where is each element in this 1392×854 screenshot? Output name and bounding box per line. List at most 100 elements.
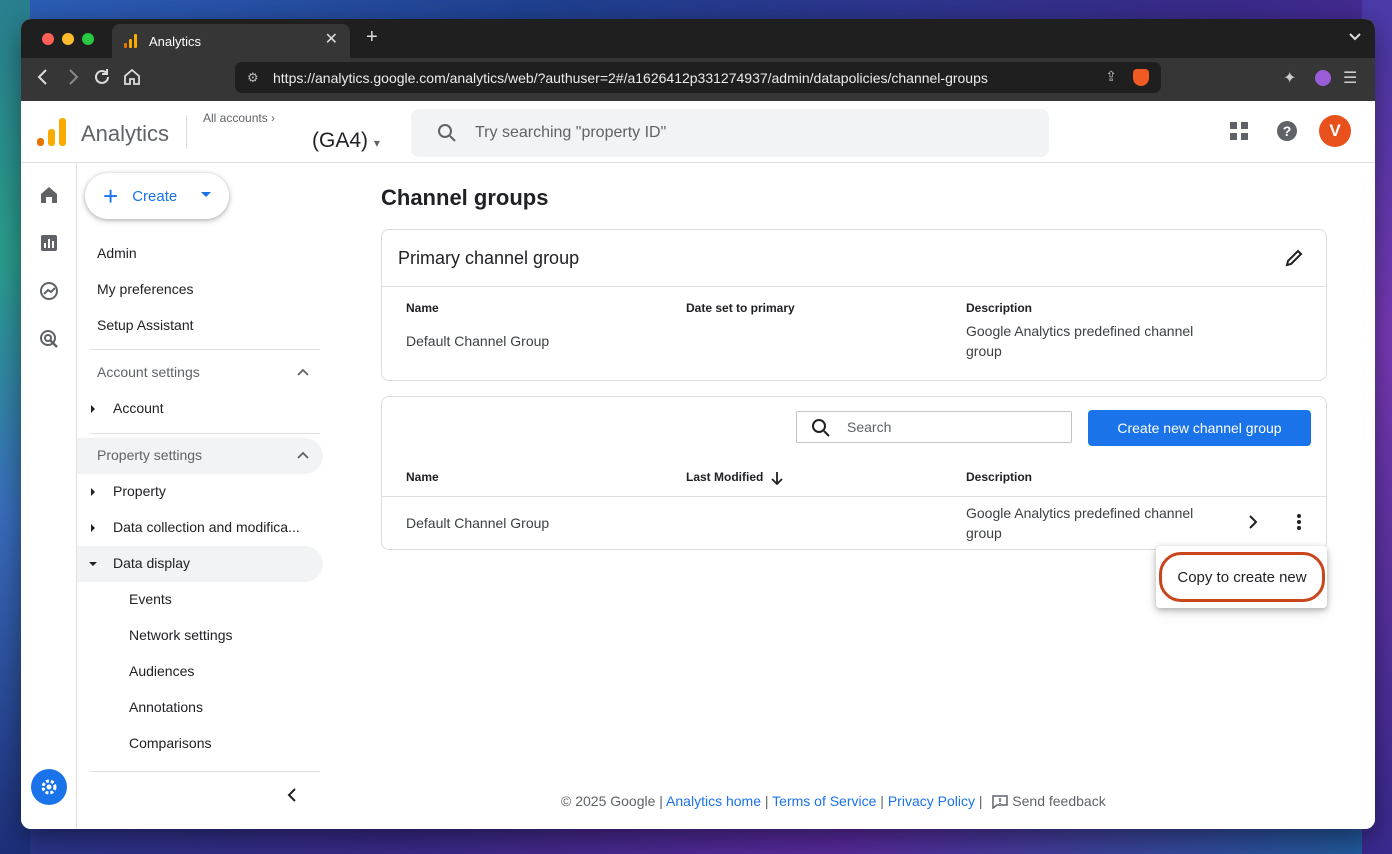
card-divider — [382, 286, 1326, 287]
forward-icon[interactable] — [67, 68, 79, 90]
admin-sidebar: + Create Admin My preferences Setup Assi… — [77, 163, 331, 829]
terms-of-service-link[interactable]: Terms of Service — [772, 793, 876, 809]
home-icon[interactable] — [123, 68, 141, 90]
brave-shields-icon[interactable] — [1133, 69, 1149, 86]
chevron-up-icon[interactable] — [297, 448, 309, 462]
header-divider — [186, 115, 187, 149]
avatar[interactable]: V — [1319, 115, 1351, 147]
new-tab-icon[interactable]: + — [366, 27, 378, 47]
analytics-home-link[interactable]: Analytics home — [666, 793, 761, 809]
chevron-up-icon[interactable] — [297, 365, 309, 379]
sidebar-item-comparisons[interactable]: Comparisons — [129, 735, 211, 751]
more-vert-icon[interactable] — [1296, 513, 1302, 536]
column-header-date: Date set to primary — [686, 301, 795, 315]
tab-list-chevron-icon[interactable] — [1349, 29, 1361, 44]
analytics-favicon-icon — [124, 34, 138, 48]
primary-row-name: Default Channel Group — [406, 333, 550, 349]
copy-to-create-new-menu-item[interactable]: Copy to create new — [1159, 552, 1325, 602]
footer: © 2025 Google | Analytics home | Terms o… — [561, 793, 1106, 810]
column-header-description: Description — [966, 470, 1033, 484]
navigation-bar: ⚙ https://analytics.google.com/analytics… — [21, 58, 1375, 101]
svg-text:?: ? — [1283, 123, 1292, 139]
apps-grid-icon[interactable] — [1229, 121, 1249, 146]
all-accounts-link[interactable]: All accounts › — [203, 111, 275, 125]
tab-bar: Analytics ✕ + — [21, 19, 1375, 58]
app-body: + Create Admin My preferences Setup Assi… — [21, 163, 1375, 829]
sidebar-divider — [90, 349, 320, 350]
url-text: https://analytics.google.com/analytics/w… — [273, 69, 988, 86]
extensions-icon[interactable]: ✦ — [1283, 68, 1296, 88]
sidebar-item-data-collection[interactable]: Data collection and modifica... — [113, 519, 300, 535]
table-row-name[interactable]: Default Channel Group — [406, 513, 549, 533]
back-icon[interactable] — [37, 68, 49, 90]
close-tab-icon[interactable]: ✕ — [325, 32, 338, 48]
search-placeholder: Try searching "property ID" — [475, 124, 667, 141]
privacy-policy-link[interactable]: Privacy Policy — [888, 793, 975, 809]
search-icon — [812, 419, 830, 437]
vpn-icon[interactable] — [1315, 70, 1331, 86]
left-rail — [21, 163, 77, 829]
zoom-window-button[interactable] — [82, 33, 94, 45]
feedback-icon — [992, 795, 1009, 810]
sidebar-item-audiences[interactable]: Audiences — [129, 663, 194, 679]
reload-icon[interactable] — [93, 68, 111, 90]
reports-icon[interactable] — [39, 233, 59, 253]
table-search-placeholder: Search — [847, 419, 892, 435]
sidebar-item-annotations[interactable]: Annotations — [129, 699, 203, 715]
collapse-sidebar-icon[interactable] — [287, 787, 297, 808]
account-settings-heading[interactable]: Account settings — [97, 364, 200, 380]
footer-copyright: © 2025 Google | — [561, 793, 663, 809]
table-search-input[interactable]: Search — [796, 411, 1072, 443]
send-feedback-link[interactable]: Send feedback — [992, 793, 1106, 810]
home-nav-icon[interactable] — [39, 185, 59, 205]
minimize-window-button[interactable] — [62, 33, 74, 45]
close-window-button[interactable] — [42, 33, 54, 45]
primary-channel-group-card: Primary channel group Name Date set to p… — [381, 229, 1327, 381]
property-settings-heading[interactable]: Property settings — [97, 447, 202, 463]
expand-arrow-icon[interactable] — [91, 524, 95, 532]
page-title: Channel groups — [381, 185, 549, 210]
create-label: Create — [132, 187, 178, 205]
address-bar[interactable]: ⚙ https://analytics.google.com/analytics… — [235, 62, 1161, 93]
tab-title: Analytics — [149, 33, 202, 49]
sidebar-divider — [90, 771, 320, 772]
sidebar-item-network-settings[interactable]: Network settings — [129, 627, 232, 643]
advertising-icon[interactable] — [39, 329, 59, 349]
search-input[interactable]: Try searching "property ID" — [411, 109, 1049, 157]
primary-row-description: Google Analytics predefined channel grou… — [966, 323, 1194, 359]
sidebar-item-data-display[interactable]: Data display — [113, 555, 190, 571]
property-selector[interactable]: (GA4) ▾ — [312, 129, 380, 153]
app-name: Analytics — [81, 121, 170, 146]
table-row-description: Google Analytics predefined channel grou… — [966, 505, 1194, 541]
sidebar-item-account[interactable]: Account — [113, 400, 164, 416]
create-new-channel-group-button[interactable]: Create new channel group — [1088, 410, 1311, 446]
column-header-description: Description — [966, 301, 1033, 315]
sidebar-item-preferences[interactable]: My preferences — [97, 281, 193, 297]
plus-icon: + — [103, 181, 119, 211]
share-icon[interactable]: ⇪ — [1105, 68, 1117, 85]
sidebar-item-setup-assistant[interactable]: Setup Assistant — [97, 317, 194, 333]
sidebar-item-property[interactable]: Property — [113, 483, 166, 499]
admin-settings-button[interactable] — [31, 769, 67, 805]
row-context-menu: Copy to create new — [1156, 546, 1327, 608]
column-header-name: Name — [406, 301, 439, 315]
collapse-arrow-icon[interactable] — [89, 562, 97, 566]
help-icon[interactable]: ? — [1277, 121, 1297, 146]
edit-pencil-icon[interactable] — [1284, 248, 1304, 273]
sidebar-item-admin[interactable]: Admin — [97, 245, 137, 261]
channel-groups-table-card: Search Create new channel group Name Las… — [381, 396, 1327, 550]
menu-icon[interactable]: ☰ — [1343, 68, 1357, 88]
explore-icon[interactable] — [39, 281, 59, 301]
chevron-right-icon[interactable] — [1248, 514, 1258, 535]
column-header-name[interactable]: Name — [406, 470, 439, 484]
primary-card-title: Primary channel group — [398, 248, 580, 268]
main-content: Channel groups Primary channel group Nam… — [381, 163, 1375, 829]
tab-analytics[interactable]: Analytics ✕ — [112, 24, 350, 58]
sidebar-item-events[interactable]: Events — [129, 591, 172, 607]
site-settings-icon[interactable]: ⚙ — [247, 70, 259, 86]
create-button[interactable]: + Create — [85, 173, 229, 219]
expand-arrow-icon[interactable] — [91, 488, 95, 496]
sort-arrow-down-icon — [771, 471, 783, 486]
column-header-last-modified[interactable]: Last Modified — [686, 470, 783, 486]
expand-arrow-icon[interactable] — [91, 405, 95, 413]
